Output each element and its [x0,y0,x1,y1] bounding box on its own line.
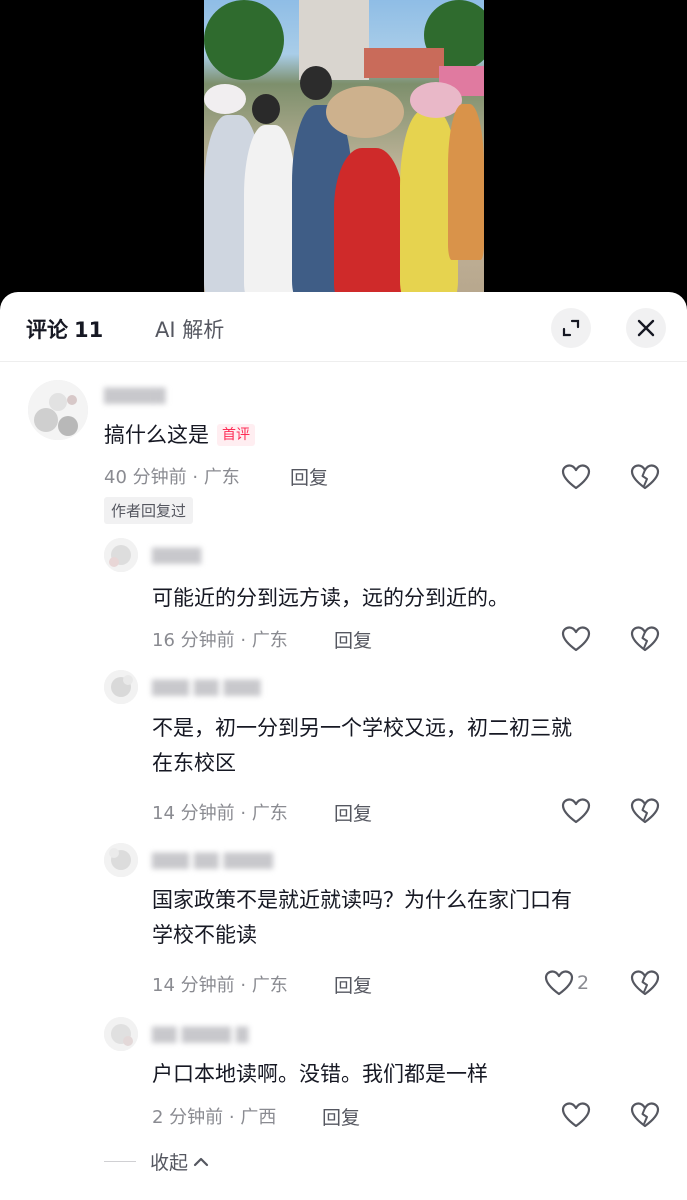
avatar[interactable] [104,843,138,877]
reply-time: 2 分钟前 [152,1107,224,1128]
dislike-button[interactable] [630,463,660,495]
like-button[interactable] [561,797,591,825]
like-button[interactable] [561,463,591,491]
collapse-label: 收起 [150,1152,189,1174]
divider-line [104,1161,136,1162]
author-replied-tag: 作者回复过 [104,497,194,524]
like-button[interactable] [561,625,591,653]
reply-text-line: 在东校区 [152,751,236,775]
tab-comments-label: 评论 [26,318,68,342]
tab-ai-analysis[interactable]: AI 解析 [155,314,224,344]
heart-outline-icon [561,1102,591,1128]
username-blurred[interactable]: ▇▇ ▇▇▇▇ ▇ [152,1024,248,1043]
username-blurred[interactable]: ▇▇▇ ▇▇ ▇▇▇ [152,677,261,696]
dislike-button[interactable] [630,625,660,657]
reply-text: 户口本地读啊。没错。我们都是一样 [152,1062,488,1086]
reply-text-line: 不是，初一分到另一个学校又远，初二初三就 [152,716,572,740]
like-count: 2 [577,972,590,994]
reply-button[interactable]: 回复 [334,971,372,998]
reply-location: 广东 [251,803,288,824]
reply-location: 广东 [251,975,288,996]
expand-icon [562,319,580,337]
comment-text: 搞什么这是 首评 [104,418,255,453]
reply-button[interactable]: 回复 [334,626,372,653]
broken-heart-icon [630,626,660,652]
reply-time: 16 分钟前 [152,630,235,651]
reply-button[interactable]: 回复 [322,1103,360,1130]
username-blurred[interactable]: ▇▇▇▇ [152,545,201,564]
dislike-button[interactable] [630,1101,660,1133]
reply-location: 广西 [240,1107,277,1128]
expand-button[interactable] [551,308,591,348]
dislike-button[interactable] [630,797,660,829]
video-player[interactable] [0,0,687,300]
heart-outline-icon [561,464,591,490]
video-frame [204,0,484,300]
avatar[interactable] [104,670,138,704]
comment-location: 广东 [203,467,240,488]
reply-location: 广东 [251,630,288,651]
comment-meta: 40 分钟前 · 广东 [104,467,240,488]
collapse-replies-button[interactable]: 收起 [104,1148,210,1175]
reply-text: 不是，初一分到另一个学校又远，初二初三就 在东校区 [152,711,572,781]
close-icon [637,319,655,337]
comment-header: 评论 11 AI 解析 [0,292,687,362]
avatar[interactable] [104,538,138,572]
like-button[interactable] [561,1101,591,1129]
broken-heart-icon [630,1102,660,1128]
username-blurred[interactable]: ▇▇▇▇▇ [104,385,166,404]
broken-heart-icon [630,798,660,824]
broken-heart-icon [630,464,660,490]
reply-text-line: 学校不能读 [152,923,257,947]
reply-time: 14 分钟前 [152,803,235,824]
first-comment-badge: 首评 [217,424,255,446]
reply-button[interactable]: 回复 [334,799,372,826]
reply-meta: 16 分钟前 · 广东 [152,630,288,651]
reply-meta: 2 分钟前 · 广西 [152,1107,277,1128]
like-button[interactable]: 2 [544,969,589,997]
broken-heart-icon [630,970,660,996]
reply-text: 国家政策不是就近就读吗？为什么在家门口有 学校不能读 [152,883,572,953]
reply-text: 可能近的分到远方读，远的分到近的。 [152,586,509,610]
tab-comments[interactable]: 评论 11 [26,314,103,344]
reply-meta: 14 分钟前 · 广东 [152,975,288,996]
avatar[interactable] [104,1017,138,1051]
dislike-button[interactable] [630,969,660,1001]
reply-meta: 14 分钟前 · 广东 [152,803,288,824]
comment-body: 搞什么这是 [104,423,209,447]
reply-text-line: 国家政策不是就近就读吗？为什么在家门口有 [152,888,572,912]
heart-outline-icon [544,970,574,996]
comment-count: 11 [74,318,104,342]
username-blurred[interactable]: ▇▇▇ ▇▇ ▇▇▇▇ [152,850,273,869]
comment-time: 40 分钟前 [104,467,187,488]
reply-button[interactable]: 回复 [290,463,328,490]
reply-time: 14 分钟前 [152,975,235,996]
chevron-up-icon [193,1157,209,1166]
heart-outline-icon [561,626,591,652]
close-button[interactable] [626,308,666,348]
avatar[interactable] [28,380,88,440]
heart-outline-icon [561,798,591,824]
